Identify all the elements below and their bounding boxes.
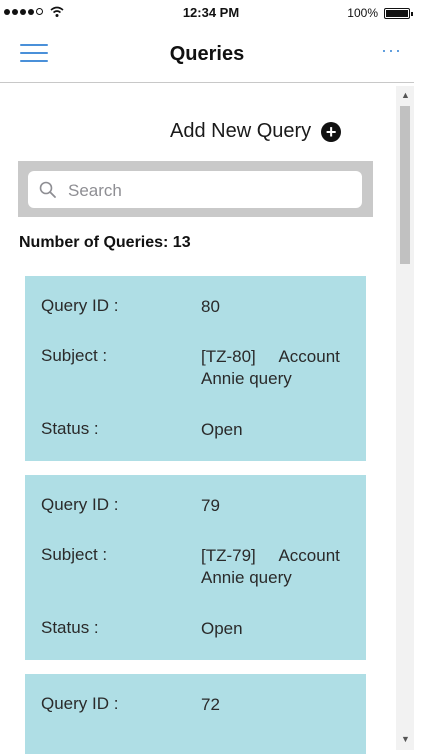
- query-id-label: Query ID :: [41, 296, 119, 315]
- subject-line-2: Annie query: [201, 369, 292, 388]
- subject-label: Subject :: [41, 545, 108, 564]
- subject-label: Subject :: [41, 346, 108, 365]
- search-input[interactable]: [66, 171, 360, 210]
- add-new-query-button[interactable]: Add New Query +: [170, 120, 342, 143]
- search-box[interactable]: [28, 171, 362, 210]
- status-value: Open: [201, 619, 243, 638]
- status-bar: 12:34 PM 100%: [0, 0, 422, 26]
- more-options-icon[interactable]: ···: [381, 40, 402, 61]
- subject-value: [TZ-80] Account Annie query: [201, 346, 351, 390]
- status-value: Open: [201, 420, 243, 439]
- navigation-bar: Queries ···: [0, 26, 414, 83]
- status-label: Status :: [41, 419, 99, 438]
- search-icon: [39, 181, 56, 198]
- query-card[interactable]: Query ID : 80 Subject : [TZ-80] Account …: [25, 276, 366, 461]
- query-id-label: Query ID :: [41, 495, 119, 514]
- scroll-down-arrow-icon[interactable]: ▼: [401, 734, 410, 744]
- subject-line-1: [TZ-80] Account: [201, 347, 340, 366]
- query-card[interactable]: Query ID : 72: [25, 674, 366, 754]
- subject-line-2: Annie query: [201, 568, 292, 587]
- battery-percentage: 100%: [347, 6, 378, 20]
- subject-value: [TZ-79] Account Annie query: [201, 545, 351, 589]
- status-label: Status :: [41, 618, 99, 637]
- scrollbar-thumb[interactable]: [400, 106, 410, 264]
- query-id-label: Query ID :: [41, 694, 119, 713]
- battery-icon: [384, 8, 413, 19]
- query-id-value: 79: [201, 496, 220, 515]
- scroll-up-arrow-icon[interactable]: ▲: [401, 90, 410, 100]
- page-title: Queries: [169, 43, 245, 65]
- plus-circle-icon[interactable]: +: [321, 121, 342, 142]
- query-count: Number of Queries: 13: [19, 234, 191, 251]
- add-new-query-label: Add New Query: [170, 120, 312, 142]
- query-card[interactable]: Query ID : 79 Subject : [TZ-79] Account …: [25, 475, 366, 660]
- query-id-value: 72: [201, 695, 220, 714]
- search-bar: [18, 161, 373, 217]
- subject-line-1: [TZ-79] Account: [201, 546, 340, 565]
- query-id-value: 80: [201, 297, 220, 316]
- scrollbar[interactable]: ▲ ▼: [396, 86, 414, 750]
